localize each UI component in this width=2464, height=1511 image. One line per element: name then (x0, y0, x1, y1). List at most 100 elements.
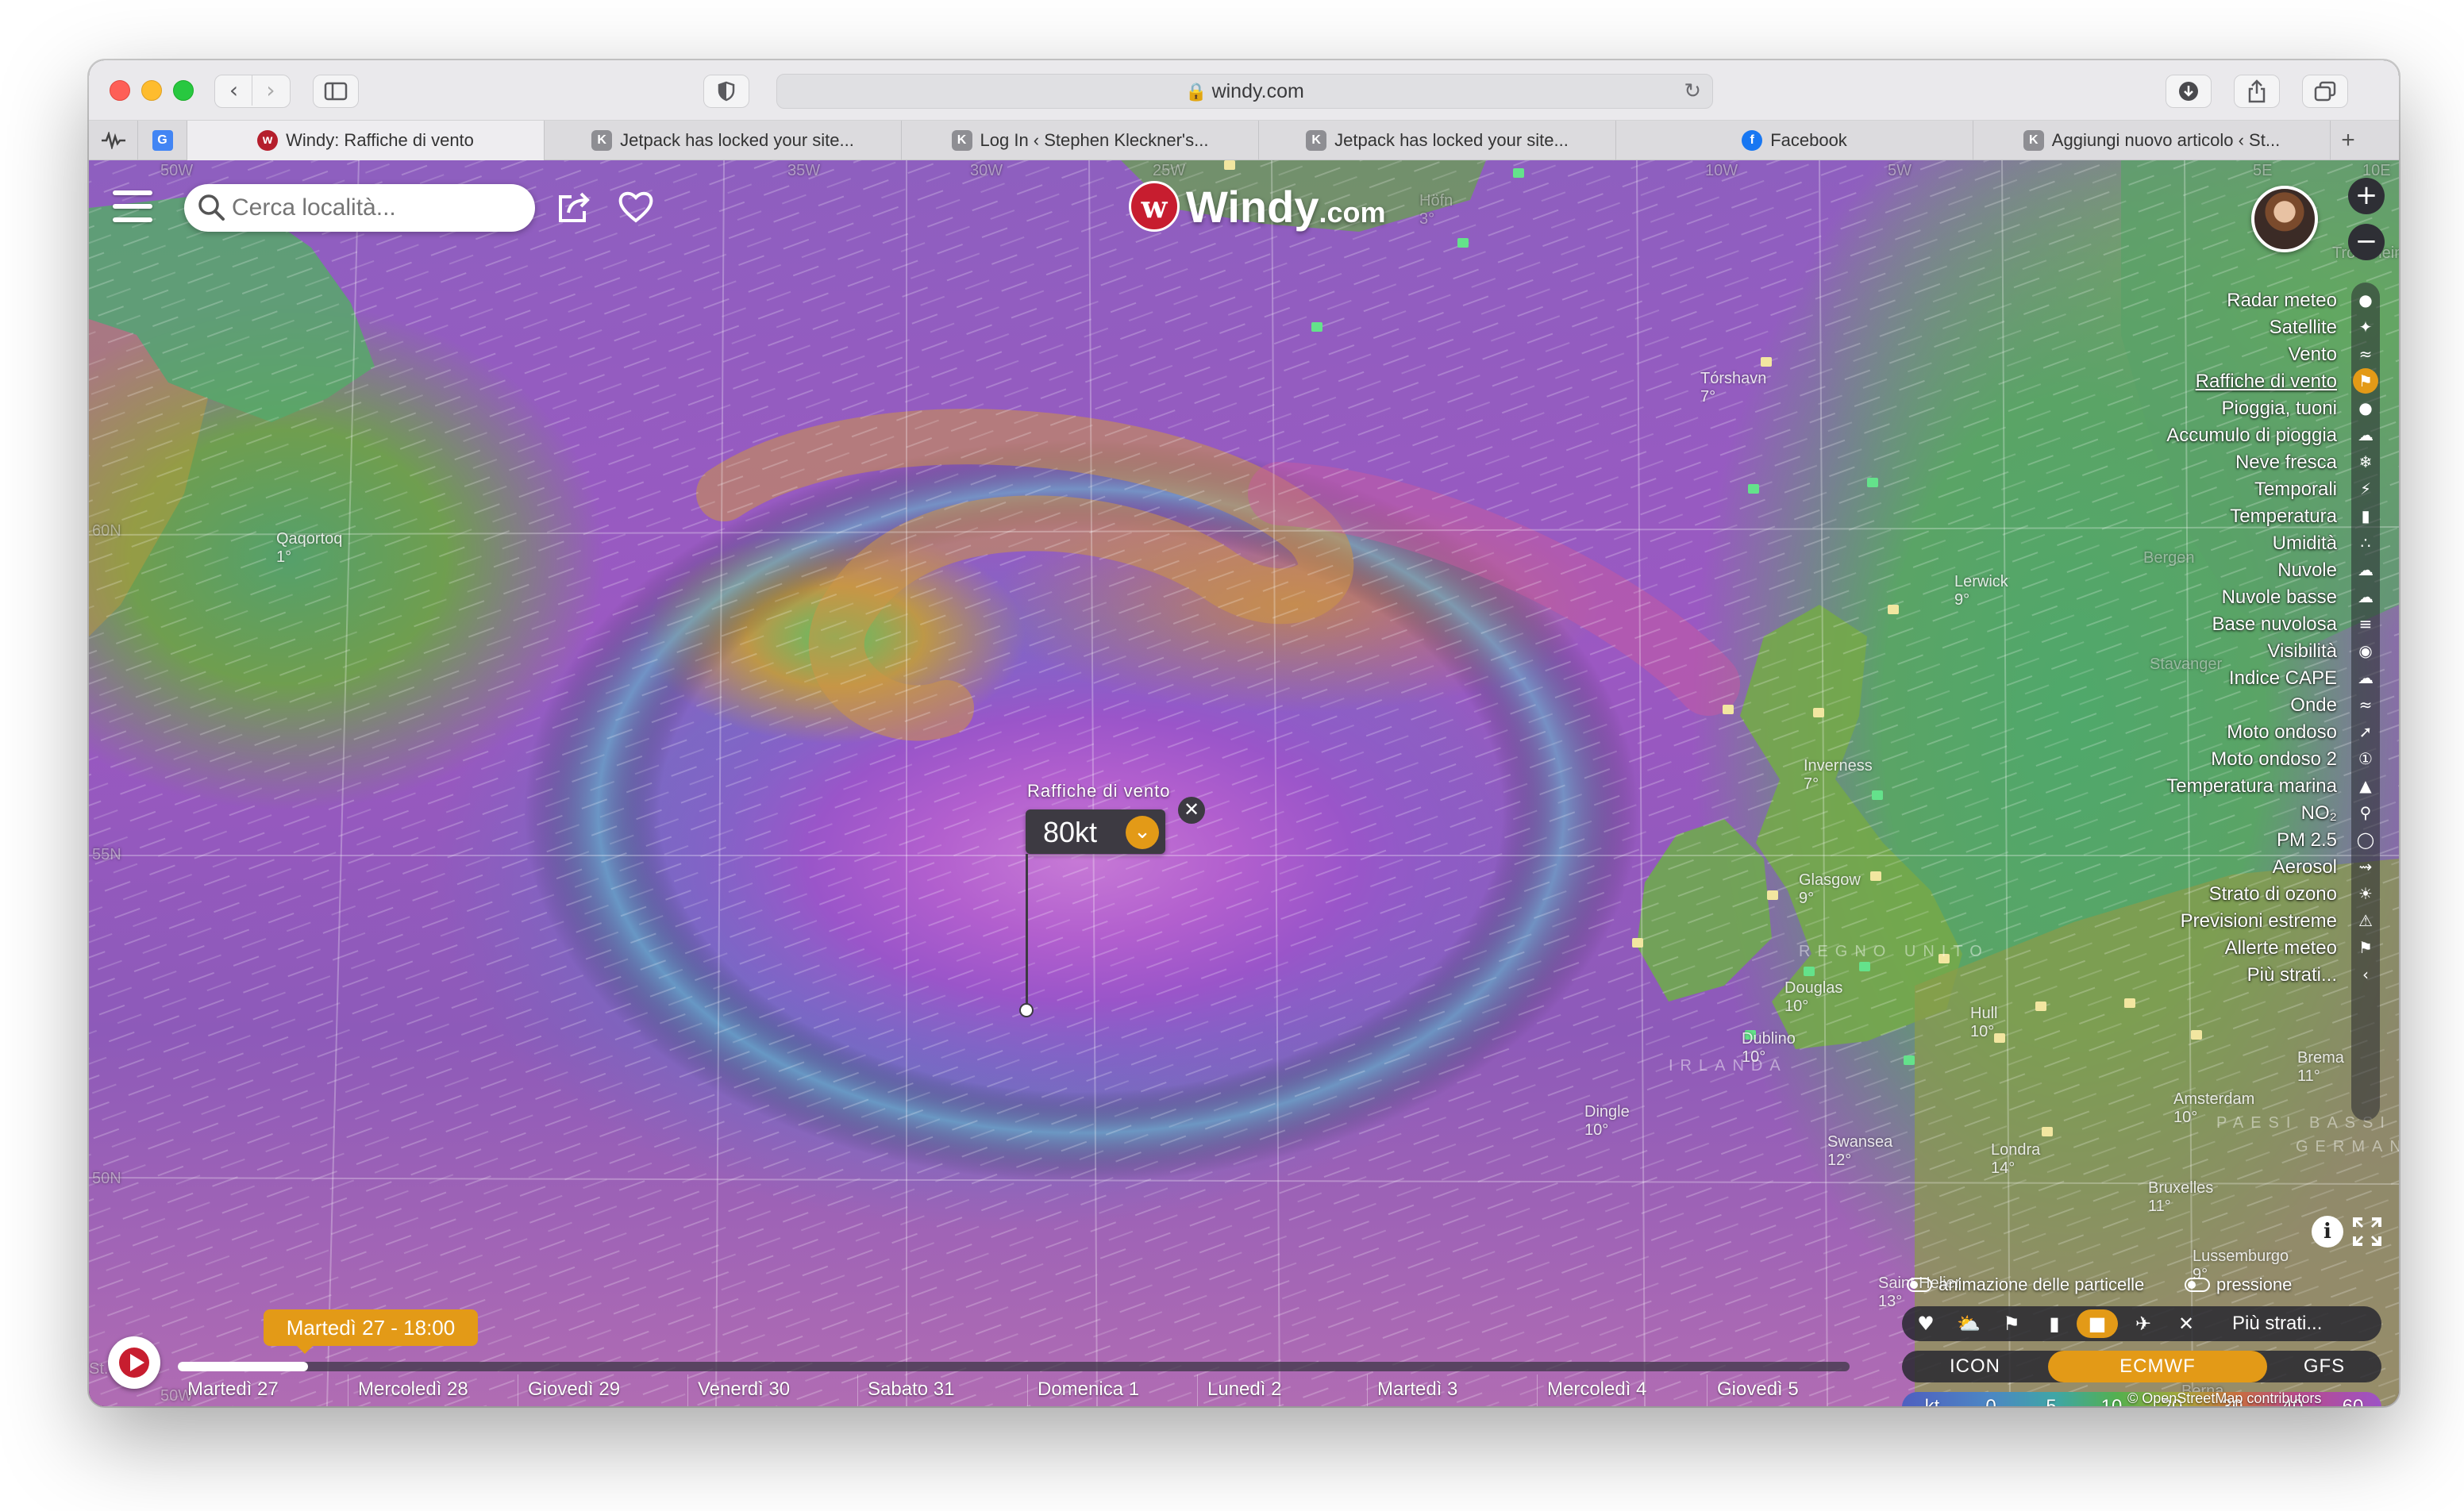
pinned-tab-translate[interactable]: G (138, 121, 187, 160)
radar-icon[interactable]: ● (2353, 287, 2378, 313)
zoom-in-button[interactable]: + (2348, 178, 2385, 214)
layer-sea-temperature[interactable]: Temperatura marina (2004, 773, 2337, 800)
thunderstorm-icon[interactable]: ⚡ (2353, 476, 2378, 502)
tab-windy[interactable]: w Windy: Raffiche di vento (187, 121, 545, 160)
cape-icon[interactable]: ☁ (2353, 665, 2378, 690)
layer-humidity[interactable]: Umidità (2004, 530, 2337, 557)
new-tab-button[interactable]: + (2331, 121, 2366, 160)
cloud-icon[interactable]: ☁ (2353, 557, 2378, 582)
layer-visibility[interactable]: Visibilità (2004, 638, 2337, 665)
layer-rain[interactable]: Pioggia, tuoni (2004, 395, 2337, 422)
chevron-down-icon[interactable]: ⌄ (1126, 816, 1159, 849)
play-button[interactable] (108, 1336, 160, 1389)
layer-waves[interactable]: Onde (2004, 692, 2337, 719)
model-ecmwf[interactable]: ECMWF (2048, 1351, 2267, 1382)
layer-thunderstorms[interactable]: Temporali (2004, 476, 2337, 503)
rain-accumulation-icon[interactable]: ☁ (2353, 422, 2378, 448)
favorite-heart-icon[interactable] (616, 187, 656, 227)
address-bar[interactable]: 🔒 windy.com ↻ (776, 74, 1713, 109)
privacy-report-button[interactable] (703, 75, 749, 108)
layer-aerosol[interactable]: Aerosol (2004, 854, 2337, 881)
thermometer-icon[interactable]: ▮ (2353, 503, 2378, 529)
model-gfs[interactable]: GFS (2267, 1351, 2381, 1382)
zoom-window-button[interactable] (173, 80, 194, 101)
cloud-base-icon[interactable]: ≡ (2353, 611, 2378, 636)
no2-icon[interactable]: ⚲ (2353, 800, 2378, 825)
pinned-tab-audio[interactable] (89, 121, 138, 160)
heart-icon[interactable]: ♥ (1912, 1309, 1940, 1338)
search-box[interactable] (184, 184, 535, 232)
swell-2-icon[interactable]: ① (2353, 746, 2378, 771)
close-window-button[interactable] (110, 80, 130, 101)
weather-map[interactable]: Qaqortoq 1° Tórshavn 7° Lerwick 9° Stavange… (89, 160, 2399, 1406)
timeline-day[interactable]: Martedì 3 (1367, 1375, 1537, 1406)
layer-ozone[interactable]: Strato di ozono (2004, 881, 2337, 908)
timeline-day[interactable]: Venerdì 30 (687, 1375, 857, 1406)
timeline-day[interactable]: Sabato 31 (857, 1375, 1027, 1406)
info-icon[interactable]: i (2312, 1216, 2343, 1248)
layer-extreme-forecast[interactable]: Previsioni estreme (2004, 908, 2337, 935)
layer-radar[interactable]: Radar meteo (2004, 287, 2337, 314)
layer-low-clouds[interactable]: Nuvole basse (2004, 584, 2337, 611)
layer-gusts[interactable]: Raffiche di vento (2004, 368, 2337, 395)
sidebar-toggle-button[interactable] (313, 75, 359, 108)
current-time-badge[interactable]: Martedì 27 - 18:00 (264, 1309, 478, 1354)
share-icon[interactable] (554, 187, 594, 227)
webcam-icon[interactable]: ■ (2077, 1309, 2118, 1338)
tab-login[interactable]: K Log In ‹ Stephen Kleckner's... (902, 121, 1259, 160)
fullscreen-icon[interactable] (2351, 1216, 2383, 1248)
layer-snow[interactable]: Neve fresca (2004, 449, 2337, 476)
layer-cloud-base[interactable]: Base nuvolosa (2004, 611, 2337, 638)
layer-temperature[interactable]: Temperatura (2004, 503, 2337, 530)
timeline-day[interactable]: Martedì 27 (178, 1375, 348, 1406)
pressure-toggle[interactable]: pressione (2185, 1275, 2292, 1295)
reload-icon[interactable]: ↻ (1684, 75, 1701, 108)
humidity-icon[interactable]: ∴ (2353, 530, 2378, 556)
satellite-icon[interactable]: ✦ (2353, 314, 2378, 340)
layer-swell-2[interactable]: Moto ondoso 2 (2004, 746, 2337, 773)
tab-overview-button[interactable] (2302, 75, 2348, 108)
map-attribution[interactable]: © OpenStreetMap contributors (2127, 1390, 2321, 1406)
downloads-button[interactable] (2166, 75, 2212, 108)
layer-swell[interactable]: Moto ondoso (2004, 719, 2337, 746)
sea-temperature-icon[interactable]: ▲ (2353, 773, 2378, 798)
back-icon[interactable]: ‹ (216, 75, 252, 106)
low-cloud-icon[interactable]: ☁ (2353, 584, 2378, 609)
close-icon[interactable]: ✕ (1178, 797, 1205, 824)
layer-no2[interactable]: NO₂ (2004, 800, 2337, 827)
minimize-window-button[interactable] (141, 80, 162, 101)
timeline-track[interactable] (178, 1362, 1850, 1371)
airport-icon[interactable]: ✈ (2129, 1309, 2158, 1338)
aerosol-icon[interactable]: ⇝ (2353, 854, 2378, 879)
windy-logo[interactable]: w Windy.com (1129, 178, 1386, 235)
timeline-day[interactable]: Giovedì 5 (1707, 1375, 1877, 1406)
timeline-day[interactable]: Domenica 1 (1027, 1375, 1197, 1406)
snow-icon[interactable]: ❄ (2353, 449, 2378, 475)
warning-icon[interactable]: ⚠ (2353, 908, 2378, 933)
search-input[interactable] (232, 191, 518, 225)
layer-satellite[interactable]: Satellite (2004, 314, 2337, 341)
layer-cape[interactable]: Indice CAPE (2004, 665, 2337, 692)
layer-pm25[interactable]: PM 2.5 (2004, 827, 2337, 854)
menu-button[interactable] (106, 184, 159, 229)
pm25-icon[interactable]: ◯ (2353, 827, 2378, 852)
alert-icon[interactable]: ⚑ (2353, 935, 2378, 960)
more-layers-button[interactable]: Più strati... (2232, 1313, 2322, 1335)
zoom-out-button[interactable]: − (2348, 224, 2385, 260)
wind-icon[interactable]: ≈ (2353, 341, 2378, 367)
swell-icon[interactable]: ➚ (2353, 719, 2378, 744)
layer-rain-accumulation[interactable]: Accumulo di pioggia (2004, 422, 2337, 449)
picker-pin[interactable] (1019, 1003, 1034, 1017)
timeline-day[interactable]: Giovedì 29 (518, 1375, 687, 1406)
particles-toggle[interactable]: animazione delle particelle (1907, 1275, 2144, 1295)
layer-weather-alerts[interactable]: Allerte meteo (2004, 935, 2337, 962)
chevron-left-icon[interactable]: ‹ (2353, 962, 2378, 987)
tab-facebook[interactable]: f Facebook (1616, 121, 1973, 160)
close-icon[interactable]: ✕ (2172, 1309, 2200, 1338)
forward-icon[interactable]: › (252, 75, 289, 106)
gusts-icon[interactable]: ⚑ (2353, 368, 2378, 394)
picker-value-box[interactable]: 80kt ⌄ (1026, 809, 1165, 854)
layer-wind[interactable]: Vento (2004, 341, 2337, 368)
rain-icon[interactable]: ● (2353, 395, 2378, 421)
flag-icon[interactable]: ⚑ (1997, 1309, 2026, 1338)
